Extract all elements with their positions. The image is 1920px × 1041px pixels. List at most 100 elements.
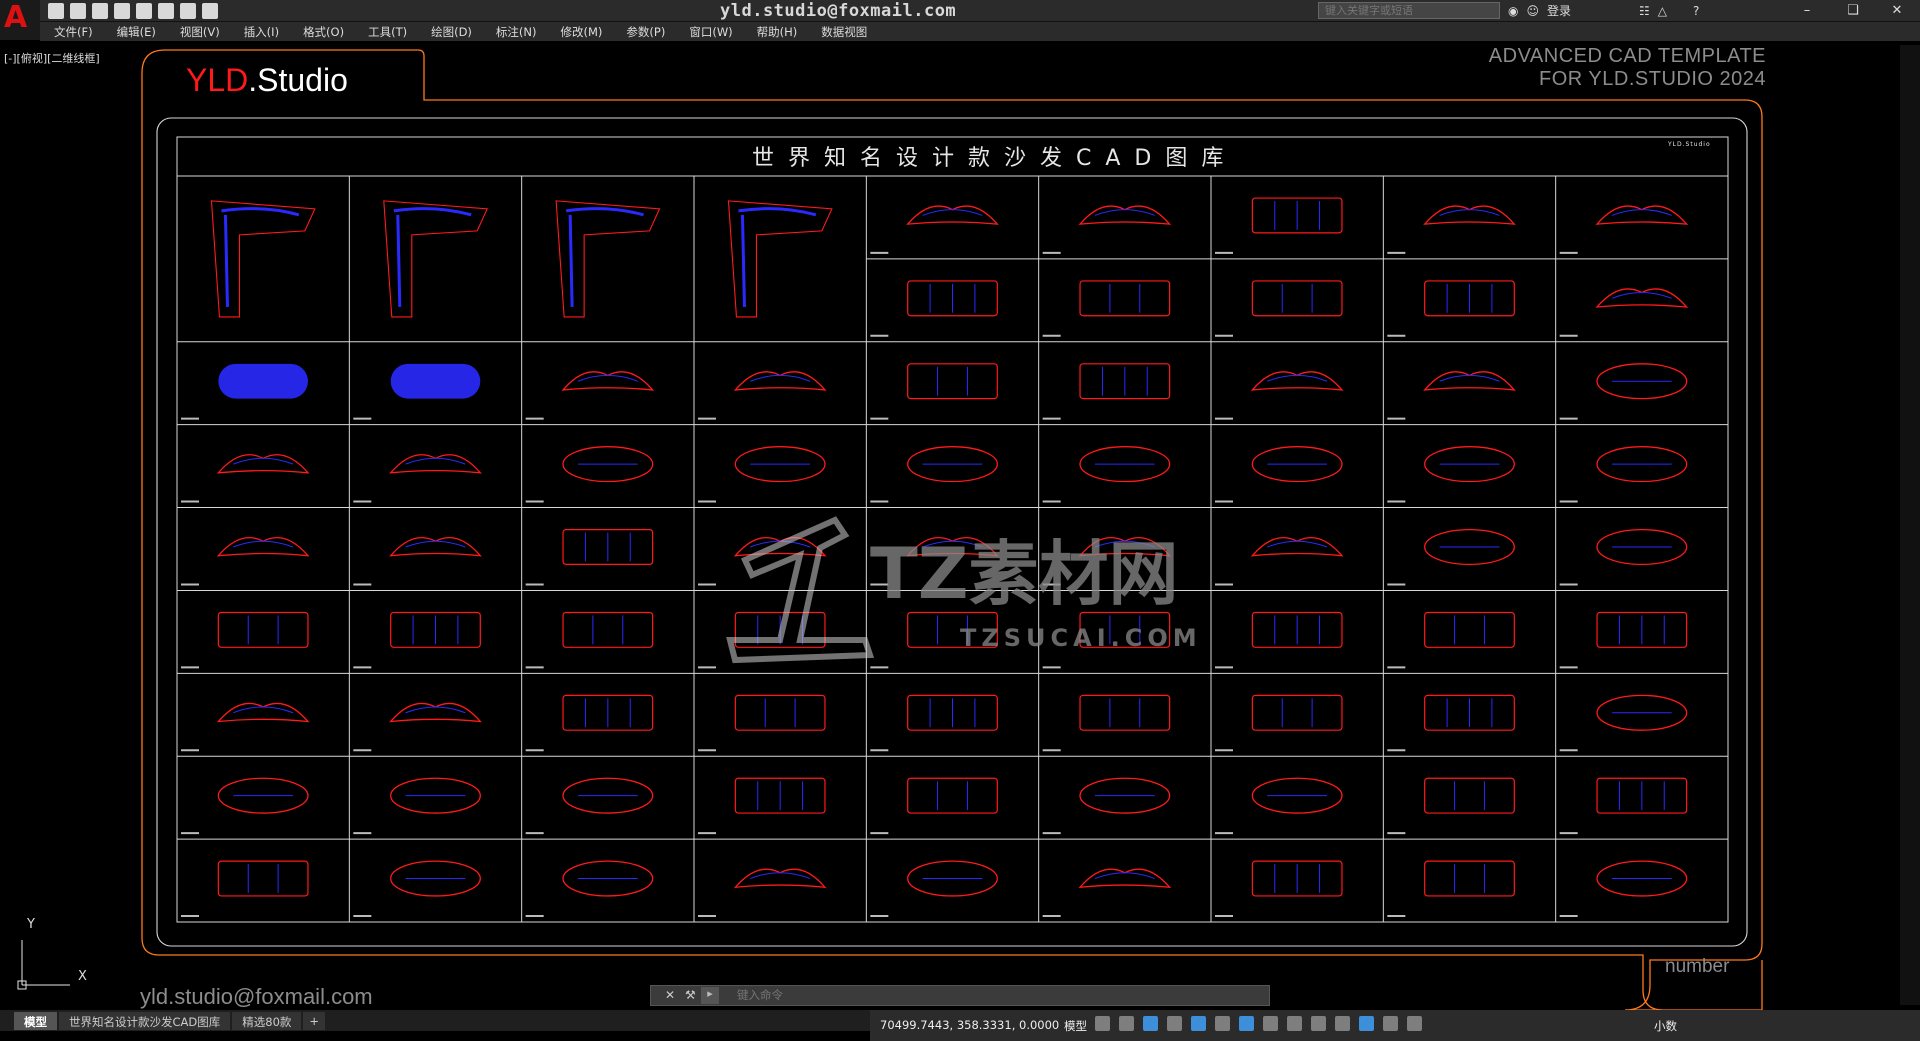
sofa-outline bbox=[1595, 288, 1689, 308]
sofa-outline bbox=[1251, 280, 1343, 317]
watermark-cn: TZ素材网 bbox=[870, 533, 1179, 615]
brand-logo: YLD.Studio bbox=[186, 62, 348, 98]
sheet-border bbox=[156, 117, 1748, 947]
watermark-en: TZSUCAI.COM bbox=[960, 624, 1202, 652]
command-line: ✕ ⚒ ▸ bbox=[650, 985, 1270, 1006]
ortho-icon[interactable] bbox=[1143, 1016, 1158, 1031]
sofa-outline bbox=[1424, 860, 1515, 897]
sofa-outline bbox=[1078, 868, 1172, 889]
sofa-outline bbox=[217, 860, 309, 897]
grid-icon[interactable] bbox=[1095, 1016, 1110, 1031]
layout-tab[interactable]: 世界知名设计款沙发CAD图库 bbox=[59, 1011, 231, 1030]
snap-icon[interactable] bbox=[1119, 1016, 1134, 1031]
sofa-cushion bbox=[1439, 209, 1500, 216]
sofa-cushion bbox=[393, 207, 472, 307]
sofa-cushion bbox=[1267, 374, 1328, 382]
sofa-outline bbox=[733, 371, 827, 391]
sofa-outline bbox=[216, 537, 310, 557]
sofa-outline bbox=[1424, 777, 1515, 814]
sofa-outline bbox=[1250, 537, 1344, 557]
ucs-icon bbox=[17, 940, 70, 990]
sofa-outline bbox=[216, 454, 310, 474]
sofa-outline bbox=[562, 611, 654, 648]
command-input[interactable] bbox=[737, 987, 1262, 1004]
otrack-icon[interactable] bbox=[1215, 1016, 1230, 1031]
number-label: number bbox=[1665, 956, 1730, 977]
sofa-cushion bbox=[565, 207, 644, 307]
sofa-cushion bbox=[750, 374, 811, 382]
footer-email: yld.studio@foxmail.com bbox=[140, 984, 373, 1009]
sofa-cushion bbox=[221, 207, 300, 307]
sofa-cushion bbox=[738, 207, 817, 307]
sofa-cushion bbox=[1611, 292, 1672, 299]
sofa-outline bbox=[734, 694, 826, 731]
coordinates-readout[interactable]: 70499.7443, 358.3331, 0.0000 bbox=[880, 1018, 1059, 1032]
layout-tabs: 模型 世界知名设计款沙发CAD图库 精选80款 + bbox=[0, 1010, 870, 1031]
sofa-outline bbox=[216, 702, 310, 723]
sofa-outline bbox=[907, 777, 998, 814]
model-space-button[interactable]: 模型 bbox=[1064, 1018, 1087, 1034]
sheet-corner-label: YLD.Studio bbox=[1667, 141, 1711, 148]
drawing-canvas[interactable]: TZ素材网 TZSUCAI.COM 世界知名设计款沙发CAD图库 YLD.Stu… bbox=[0, 0, 1920, 1041]
wrench-icon[interactable]: ⚒ bbox=[685, 988, 696, 1002]
ucs-x-label: X bbox=[78, 969, 87, 984]
plus-icon[interactable] bbox=[1407, 1016, 1422, 1031]
workspace-icon[interactable] bbox=[1359, 1016, 1374, 1031]
prompt-icon[interactable]: ▸ bbox=[701, 987, 719, 1004]
sofa-outline bbox=[1595, 205, 1689, 225]
sofa-outline bbox=[1423, 371, 1516, 391]
sofa-outline bbox=[906, 205, 999, 225]
sofa-cushion bbox=[1611, 209, 1672, 216]
sofa-cushion bbox=[750, 872, 811, 880]
sofa-outline bbox=[733, 868, 827, 889]
sofa-cushion bbox=[1094, 209, 1155, 216]
sofa-cushion bbox=[233, 540, 294, 548]
sofa-outline bbox=[1079, 694, 1171, 731]
sofa-cushion bbox=[233, 457, 294, 465]
status-bar: 70499.7443, 358.3331, 0.0000 模型 小数 bbox=[870, 1010, 1920, 1041]
transparency-icon[interactable] bbox=[1287, 1016, 1302, 1031]
layout-tab[interactable]: 模型 bbox=[14, 1011, 57, 1030]
sofa-outline bbox=[1424, 611, 1515, 648]
selection-cycling-icon[interactable] bbox=[1311, 1016, 1326, 1031]
sofa-outline bbox=[389, 537, 482, 557]
sofa-cushion bbox=[405, 706, 466, 714]
sofa-cushion bbox=[1267, 540, 1328, 548]
status-toggles bbox=[1095, 1016, 1422, 1031]
gear-icon[interactable] bbox=[1383, 1016, 1398, 1031]
sofa-cushion bbox=[1094, 872, 1155, 880]
sofa-outline bbox=[218, 363, 308, 399]
sofa-outline bbox=[389, 702, 482, 723]
sofa-outline bbox=[1423, 205, 1516, 225]
ucs-y-label: Y bbox=[27, 917, 35, 932]
vertical-scrollbar[interactable] bbox=[1900, 45, 1920, 1005]
add-layout-icon[interactable]: + bbox=[303, 1011, 326, 1030]
viewport-controls[interactable]: [-][俯视][二维线框] bbox=[4, 50, 100, 66]
osnap-icon[interactable] bbox=[1191, 1016, 1206, 1031]
sofa-cushion bbox=[233, 706, 294, 714]
sofa-outline bbox=[561, 371, 655, 391]
sofa-outline bbox=[1079, 280, 1171, 317]
sofa-cushion bbox=[405, 540, 466, 548]
sofa-outline bbox=[1078, 205, 1172, 225]
annotation-scale-icon[interactable] bbox=[1335, 1016, 1350, 1031]
close-cmd-icon[interactable]: ✕ bbox=[665, 988, 675, 1002]
sofa-cushion bbox=[405, 457, 466, 465]
outer-frame bbox=[141, 49, 1763, 1011]
sheet-table bbox=[176, 136, 1729, 923]
sofa-outline bbox=[217, 611, 309, 648]
sofa-outline bbox=[389, 454, 482, 474]
polar-icon[interactable] bbox=[1167, 1016, 1182, 1031]
sofa-outline bbox=[907, 363, 998, 400]
sofa-outline bbox=[1251, 694, 1343, 731]
sofa-cushion bbox=[1439, 374, 1500, 382]
sofa-cushion bbox=[922, 209, 983, 216]
lineweight-icon[interactable] bbox=[1263, 1016, 1278, 1031]
template-caption: ADVANCED CAD TEMPLATE FOR YLD.STUDIO 2024 bbox=[1488, 45, 1766, 90]
sofa-outline bbox=[1250, 371, 1344, 391]
dynamic-ucs-icon[interactable] bbox=[1239, 1016, 1254, 1031]
sheet-title: 世界知名设计款沙发CAD图库 bbox=[752, 146, 1237, 171]
units-selector[interactable]: 小数 bbox=[1654, 1018, 1677, 1034]
sofa-cushion bbox=[577, 374, 638, 382]
layout-tab[interactable]: 精选80款 bbox=[232, 1011, 302, 1030]
